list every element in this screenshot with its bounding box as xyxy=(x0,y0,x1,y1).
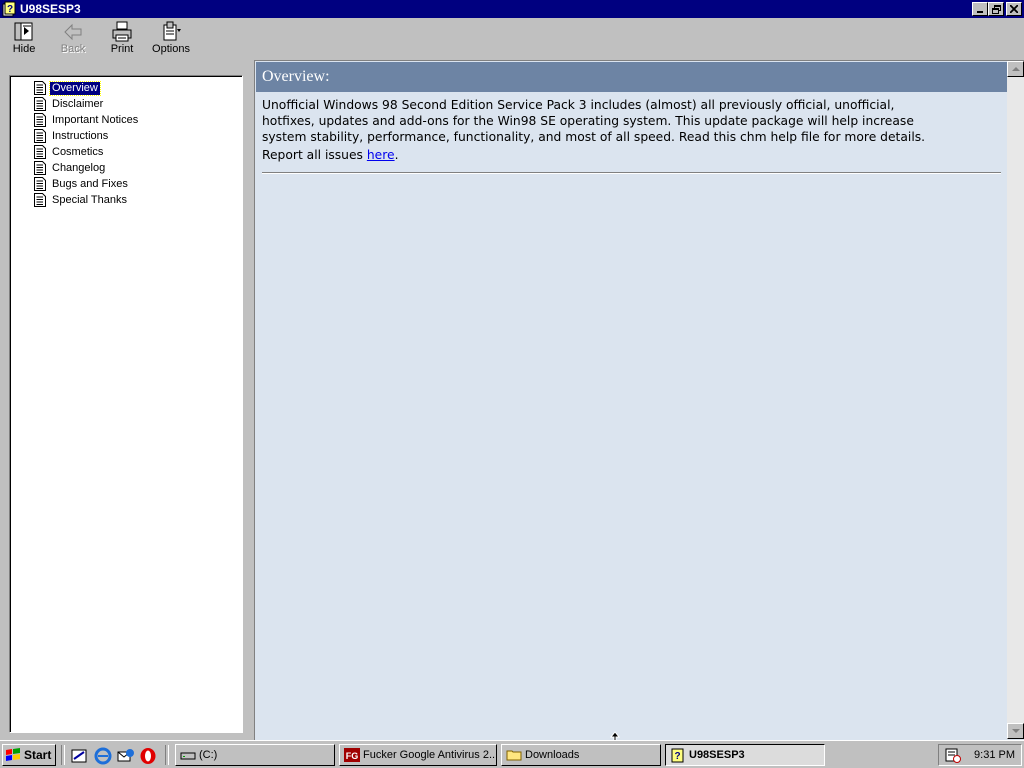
report-line: Report all issues here. xyxy=(262,147,997,163)
print-label: Print xyxy=(110,43,134,55)
arrow-up-icon xyxy=(1011,66,1020,71)
svg-text:FG: FG xyxy=(346,751,359,761)
topic-heading: Overview: xyxy=(256,62,1007,92)
printer-icon xyxy=(112,21,132,42)
taskbar-button-downloads[interactable]: Downloads xyxy=(501,744,661,766)
topic-line: hotfixes, updates and add-ons for the Wi… xyxy=(262,114,914,128)
toolbar: Hide Back Print Options xyxy=(0,18,1024,60)
toc-item-label: Changelog xyxy=(52,161,106,174)
scroll-up-button[interactable] xyxy=(1007,61,1024,77)
taskbar-button-u98sesp3[interactable]: ? U98SESP3 xyxy=(665,744,825,766)
toc-item[interactable]: Important Notices xyxy=(34,112,140,128)
folder-icon xyxy=(506,750,522,761)
hide-pane-icon xyxy=(14,22,33,41)
print-button[interactable]: Print xyxy=(99,21,145,59)
system-tray: 9:31 PM xyxy=(938,744,1022,766)
window-title: U98SESP3 xyxy=(20,2,81,16)
back-label: Back xyxy=(60,43,86,55)
taskbar-button-antivirus[interactable]: FG Fucker Google Antivirus 2... xyxy=(339,744,497,766)
back-button[interactable]: Back xyxy=(50,21,96,59)
close-button[interactable] xyxy=(1006,2,1022,16)
taskbar-button-label: Downloads xyxy=(525,749,580,761)
taskbar-button-label: (C:) xyxy=(199,749,218,761)
toc-item[interactable]: Cosmetics xyxy=(34,144,105,160)
clock[interactable]: 9:31 PM xyxy=(974,749,1015,761)
page-icon xyxy=(34,161,46,175)
toc-item[interactable]: Instructions xyxy=(34,128,110,144)
show-desktop-icon[interactable] xyxy=(70,747,88,765)
quicklaunch-divider xyxy=(165,745,169,765)
page-icon xyxy=(34,97,46,111)
taskbar: Start (C:) FG Fucker Google Antivirus 2.… xyxy=(0,740,1024,768)
taskbar-button-label: U98SESP3 xyxy=(689,749,745,761)
hide-button[interactable]: Hide xyxy=(1,21,47,59)
outlook-express-icon[interactable] xyxy=(117,747,135,765)
page-icon xyxy=(34,129,46,143)
svg-text:?: ? xyxy=(674,751,680,762)
toc-item[interactable]: Bugs and Fixes xyxy=(34,176,130,192)
taskbar-button-label: Fucker Google Antivirus 2... xyxy=(363,749,497,761)
toc-item-label: Instructions xyxy=(52,129,109,142)
contents-tree[interactable]: Overview Disclaimer Important Notices Instr… xyxy=(9,75,243,733)
taskbar-button-drive-c[interactable]: (C:) xyxy=(175,744,335,766)
help-book-icon: ? xyxy=(671,748,684,763)
toc-item[interactable]: Disclaimer xyxy=(34,96,105,112)
toc-item[interactable]: Special Thanks xyxy=(34,192,129,208)
topic-line: Unofficial Windows 98 Second Edition Ser… xyxy=(262,98,895,112)
start-label: Start xyxy=(24,748,52,762)
quicklaunch-divider xyxy=(61,745,65,765)
minimize-button[interactable] xyxy=(972,2,988,16)
close-icon xyxy=(1010,5,1018,13)
report-suffix: . xyxy=(394,148,399,162)
svg-text:?: ? xyxy=(7,4,13,15)
title-bar: ? U98SESP3 xyxy=(0,0,1024,18)
page-icon xyxy=(34,145,46,159)
scroll-down-button[interactable] xyxy=(1007,723,1024,739)
antivirus-app-icon: FG xyxy=(344,748,360,762)
topic-body: Unofficial Windows 98 Second Edition Ser… xyxy=(262,97,997,163)
page-icon xyxy=(34,113,46,127)
restore-icon xyxy=(991,4,1001,14)
options-icon xyxy=(163,21,181,41)
topic-pane: Overview: Unofficial Windows 98 Second E… xyxy=(254,60,1024,740)
horizontal-rule xyxy=(262,172,1001,174)
toc-item[interactable]: Changelog xyxy=(34,160,107,176)
vertical-scrollbar[interactable] xyxy=(1007,61,1024,739)
report-text: Report all issues xyxy=(262,148,367,162)
toc-item[interactable]: Overview xyxy=(34,80,101,96)
drive-icon xyxy=(180,752,196,760)
window-controls xyxy=(972,2,1022,16)
topic-content: Overview: Unofficial Windows 98 Second E… xyxy=(256,62,1007,739)
scheduled-tasks-icon[interactable] xyxy=(945,747,961,763)
report-here-link[interactable]: here xyxy=(367,148,395,162)
opera-icon[interactable] xyxy=(139,747,157,765)
topic-line: system stability, performance, functiona… xyxy=(262,130,926,144)
internet-explorer-icon[interactable] xyxy=(94,747,112,765)
arrow-down-icon xyxy=(1011,728,1020,733)
windows-logo-icon xyxy=(6,748,20,761)
toc-item-label: Overview xyxy=(49,80,101,96)
help-book-icon: ? xyxy=(2,1,18,17)
page-icon xyxy=(34,81,46,95)
restore-button[interactable] xyxy=(988,2,1004,16)
toc-item-label: Bugs and Fixes xyxy=(52,177,128,190)
page-icon xyxy=(34,193,46,207)
toc-item-label: Important Notices xyxy=(52,113,139,126)
start-button[interactable]: Start xyxy=(2,744,56,766)
back-arrow-icon xyxy=(64,23,82,41)
minimize-icon xyxy=(977,11,983,13)
options-label: Options xyxy=(152,43,190,55)
toc-item-label: Special Thanks xyxy=(52,193,128,206)
toc-item-label: Cosmetics xyxy=(52,145,104,158)
toc-item-label: Disclaimer xyxy=(52,97,104,110)
page-icon xyxy=(34,177,46,191)
options-button[interactable]: Options xyxy=(148,21,194,59)
hide-label: Hide xyxy=(12,43,36,55)
